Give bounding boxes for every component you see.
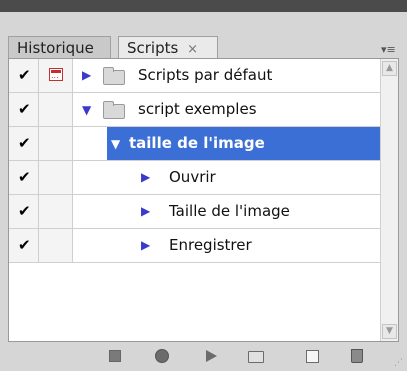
collapse-triangle-icon[interactable]: ▼	[111, 137, 120, 151]
tab-historique[interactable]: Historique	[8, 36, 111, 60]
expand-triangle-icon[interactable]: ▶	[82, 68, 91, 82]
collapse-triangle-icon[interactable]: ▼	[82, 103, 91, 117]
set-label: script exemples	[138, 100, 257, 118]
action-label: taille de l'image	[129, 134, 265, 152]
record-button[interactable]	[154, 348, 170, 364]
toggle-item-checkbox[interactable]: ✔	[9, 195, 39, 228]
folder-icon	[248, 351, 264, 363]
close-icon[interactable]: ×	[187, 42, 198, 57]
toggle-dialog-checkbox[interactable]	[39, 195, 73, 228]
new-action-button[interactable]	[304, 348, 320, 364]
toggle-dialog-checkbox[interactable]	[39, 127, 73, 160]
play-button[interactable]	[203, 348, 219, 364]
set-label: Scripts par défaut	[138, 66, 273, 84]
toggle-dialog-checkbox[interactable]	[39, 93, 73, 126]
folder-icon	[103, 101, 125, 119]
trash-icon	[351, 349, 363, 363]
vertical-scrollbar[interactable]: ▲ ▼	[380, 59, 398, 341]
scroll-down-icon[interactable]: ▼	[382, 324, 397, 339]
list-item-selected[interactable]: ✔ ▼ taille de l'image	[9, 127, 381, 161]
actions-list: ✔ ▶ Scripts par défaut ✔ ▼ script exempl…	[8, 58, 399, 342]
tab-row: Historique Scripts × ▾≡	[0, 12, 407, 61]
tab-historique-label: Historique	[17, 39, 94, 57]
bottom-toolbar: ⋰	[0, 342, 407, 371]
checkmark-icon: ✔	[18, 168, 31, 186]
toggle-item-checkbox[interactable]: ✔	[9, 93, 39, 126]
stop-button[interactable]	[107, 348, 123, 364]
toggle-item-checkbox[interactable]: ✔	[9, 161, 39, 194]
command-label: Taille de l'image	[169, 202, 290, 220]
dialog-icon	[49, 68, 63, 82]
toggle-dialog-checkbox[interactable]	[39, 161, 73, 194]
checkmark-icon: ✔	[18, 202, 31, 220]
list-item[interactable]: ✔ ▶ Scripts par défaut	[9, 59, 381, 93]
panel-title-bar[interactable]	[0, 0, 407, 12]
command-label: Enregistrer	[169, 236, 252, 254]
command-label: Ouvrir	[169, 168, 216, 186]
checkmark-icon: ✔	[18, 100, 31, 118]
toggle-dialog-checkbox[interactable]	[39, 59, 73, 92]
list-item[interactable]: ✔ ▶ Enregistrer	[9, 229, 381, 263]
delete-button[interactable]	[349, 348, 365, 364]
toggle-item-checkbox[interactable]: ✔	[9, 127, 39, 160]
checkmark-icon: ✔	[18, 134, 31, 152]
toggle-dialog-checkbox[interactable]	[39, 229, 73, 262]
actions-panel: ▸▸ Historique Scripts × ▾≡ ✔ ▶ Scripts p…	[0, 0, 407, 371]
record-icon	[155, 349, 169, 363]
resize-grip-icon[interactable]: ⋰	[394, 358, 404, 368]
expand-triangle-icon[interactable]: ▶	[141, 238, 150, 252]
expand-triangle-icon[interactable]: ▶	[141, 204, 150, 218]
folder-icon	[103, 67, 125, 85]
new-set-button[interactable]	[248, 348, 264, 364]
toggle-item-checkbox[interactable]: ✔	[9, 59, 39, 92]
checkmark-icon: ✔	[18, 236, 31, 254]
expand-triangle-icon[interactable]: ▶	[141, 170, 150, 184]
new-item-icon	[306, 350, 319, 363]
list-item[interactable]: ✔ ▼ script exemples	[9, 93, 381, 127]
tab-scripts-label: Scripts	[127, 39, 179, 57]
toggle-item-checkbox[interactable]: ✔	[9, 229, 39, 262]
list-item[interactable]: ✔ ▶ Ouvrir	[9, 161, 381, 195]
list-item[interactable]: ✔ ▶ Taille de l'image	[9, 195, 381, 229]
panel-menu-icon[interactable]: ▾≡	[381, 43, 399, 57]
scroll-up-icon[interactable]: ▲	[382, 61, 397, 76]
play-icon	[206, 350, 217, 362]
checkmark-icon: ✔	[18, 66, 31, 84]
stop-icon	[109, 350, 121, 362]
